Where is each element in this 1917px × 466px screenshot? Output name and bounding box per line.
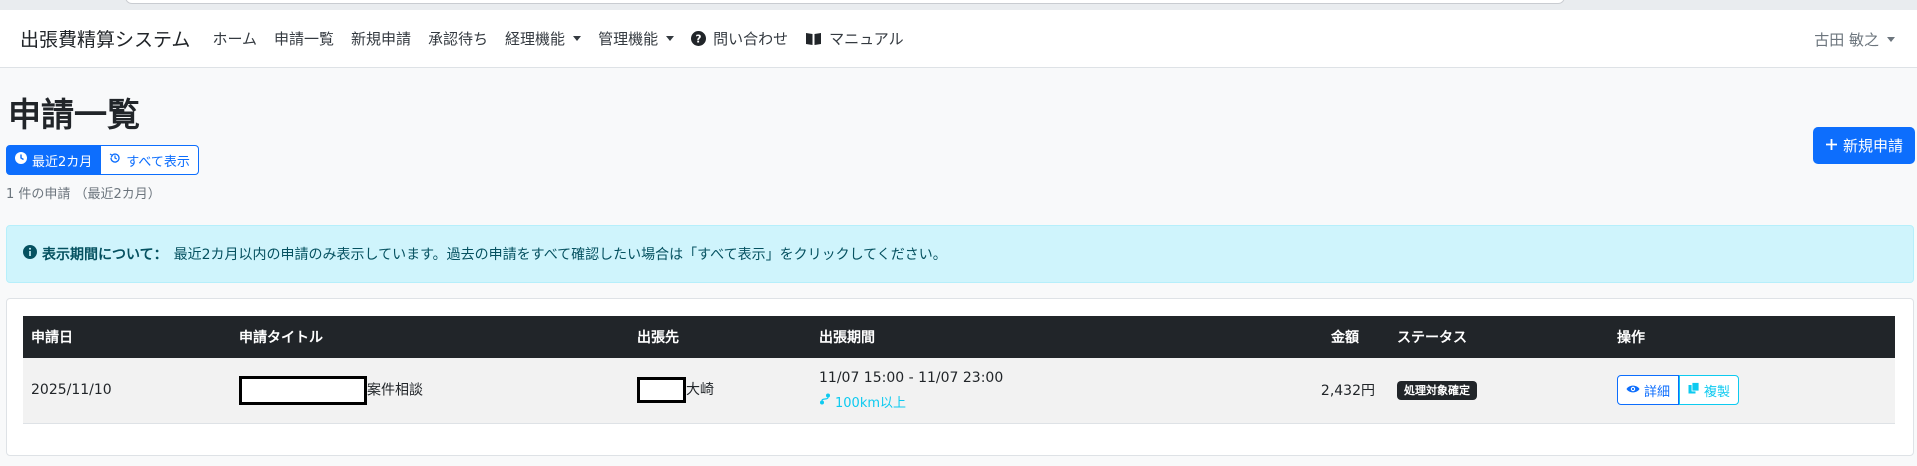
nav-admin-label: 管理機能	[598, 30, 659, 48]
filter-all-button[interactable]: すべて表示	[101, 145, 199, 175]
cell-amount: 2,432円	[1320, 383, 1375, 400]
table-header-row: 申請日 申請タイトル 出張先 出張期間 金額 ステータス 操作	[23, 316, 1895, 358]
book-icon	[805, 32, 822, 46]
header-date: 申請日	[31, 330, 73, 346]
application-table: 申請日 申請タイトル 出張先 出張期間 金額 ステータス 操作 2025/11/…	[23, 316, 1895, 424]
filter-recent-button[interactable]: 最近2カ月	[6, 145, 102, 175]
copy-label: 複製	[1704, 384, 1731, 400]
nav-new-application[interactable]: 新規申請	[351, 28, 411, 49]
nav-home-label: ホーム	[212, 30, 257, 48]
new-application-button[interactable]: 新規申請	[1812, 127, 1915, 164]
cell-destination: 大崎	[629, 358, 811, 423]
nav-accounting-dropdown[interactable]: 経理機能	[505, 28, 582, 49]
alert-message: 最近2カ月以内の申請のみ表示しています。過去の申請をすべて確認したい場合は「すべ…	[173, 247, 947, 263]
history-icon	[109, 152, 121, 168]
filter-recent-label: 最近2カ月	[32, 154, 93, 170]
user-menu-dropdown[interactable]: 古田 敏之	[1814, 10, 1895, 68]
info-alert: 表示期間について： 最近2カ月以内の申請のみ表示しています。過去の申請をすべて確…	[6, 225, 1914, 283]
nav-accounting-label: 経理機能	[505, 30, 566, 48]
eye-icon	[1626, 383, 1640, 398]
detail-label: 詳細	[1644, 384, 1671, 400]
header-actions: 操作	[1617, 330, 1645, 346]
header-title: 申請タイトル	[239, 330, 323, 346]
cell-actions: 詳細 複製	[1609, 358, 1895, 423]
distance-note: 100km以上	[819, 392, 1221, 411]
copy-button[interactable]: 複製	[1679, 375, 1740, 406]
nav-pending-approval[interactable]: 承認待ち	[428, 28, 488, 49]
plus-icon	[1825, 137, 1838, 155]
application-table-card: 申請日 申請タイトル 出張先 出張期間 金額 ステータス 操作 2025/11/…	[6, 298, 1914, 456]
top-navbar: 出張費精算システム ホーム 申請一覧 新規申請 承認待ち 経理機能 管理機能 ?…	[0, 10, 1917, 68]
cell-date: 2025/11/10	[31, 382, 112, 399]
cell-title: 案件相談	[231, 358, 629, 423]
question-circle-icon: ?	[691, 31, 707, 46]
nav-application-list[interactable]: 申請一覧	[274, 28, 334, 49]
application-count: 1 件の申請 （最近2カ月）	[6, 187, 161, 202]
header-status: ステータス	[1397, 330, 1467, 346]
header-amount: 金額	[1331, 330, 1359, 346]
row-actions: 詳細 複製	[1617, 375, 1887, 406]
chevron-down-icon	[666, 36, 675, 41]
nav-manual-label: マニュアル	[829, 30, 904, 48]
cell-period: 11/07 15:00 - 11/07 23:00 100km以上	[811, 358, 1229, 423]
page-title: 申請一覧	[8, 95, 140, 134]
nav-admin-dropdown[interactable]: 管理機能	[598, 28, 675, 49]
nav-new-application-label: 新規申請	[351, 30, 412, 48]
alert-title: 表示期間について：	[42, 247, 168, 263]
route-icon	[819, 393, 831, 409]
distance-label: 100km以上	[835, 395, 907, 411]
new-application-label: 新規申請	[1842, 137, 1903, 155]
period-text: 11/07 15:00 - 11/07 23:00	[819, 369, 1004, 386]
title-suffix: 案件相談	[367, 382, 423, 399]
header-period: 出張期間	[819, 330, 875, 346]
table-row: 2025/11/10 案件相談 大崎 11/07 15:00 - 11/07 2…	[23, 358, 1895, 423]
header-destination: 出張先	[637, 330, 679, 346]
clock-icon	[15, 152, 27, 168]
detail-button[interactable]: 詳細	[1617, 375, 1680, 406]
svg-text:?: ?	[696, 33, 702, 45]
redacted-block	[637, 377, 686, 404]
info-circle-icon	[23, 245, 37, 263]
chevron-down-icon	[573, 36, 582, 41]
nav-pending-approval-label: 承認待ち	[428, 30, 489, 48]
period-filter-group: 最近2カ月 すべて表示	[6, 145, 199, 175]
cell-status: 処理対象確定	[1389, 358, 1609, 423]
nav-manual[interactable]: マニュアル	[805, 28, 904, 49]
status-badge: 処理対象確定	[1397, 381, 1477, 401]
filter-all-label: すべて表示	[126, 154, 190, 170]
nav-inquiry[interactable]: ? 問い合わせ	[691, 28, 788, 49]
browser-top-strip	[0, 0, 1917, 10]
nav-application-list-label: 申請一覧	[274, 30, 335, 48]
nav-home[interactable]: ホーム	[212, 28, 257, 49]
browser-address-bar[interactable]	[125, 0, 1565, 4]
app-brand[interactable]: 出張費精算システム	[20, 25, 190, 52]
nav-inquiry-label: 問い合わせ	[713, 30, 789, 48]
user-name: 古田 敏之	[1814, 30, 1879, 49]
destination-suffix: 大崎	[686, 382, 714, 399]
redacted-block	[239, 375, 367, 405]
copy-icon	[1688, 382, 1700, 398]
chevron-down-icon	[1887, 36, 1895, 42]
